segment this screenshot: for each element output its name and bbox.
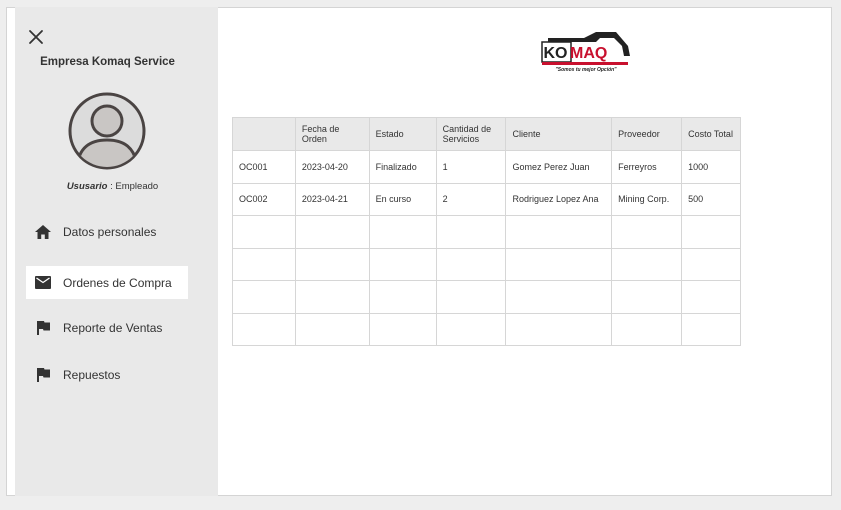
svg-text:MAQ: MAQ [570,45,607,62]
column-header: Costo Total [681,117,741,151]
table-cell [681,247,741,281]
svg-text:KO: KO [544,45,568,62]
sidebar-item-ordenes-de-compra[interactable]: Ordenes de Compra [26,266,188,299]
table-cell [294,312,370,346]
table-cell [611,247,683,281]
table-row [232,215,741,249]
column-header: Estado [368,117,437,151]
flag-icon [34,366,52,384]
column-header: Cliente [505,117,613,151]
table-cell [435,312,507,346]
close-icon[interactable] [27,28,45,46]
home-icon [34,223,52,241]
table-cell [294,280,370,314]
flag-icon [34,319,52,337]
table-cell [505,312,613,346]
table-row: OC001 2023-04-20 Finalizado 1 Gomez Pere… [232,150,741,184]
table-cell [294,215,370,249]
column-header: Fecha de Orden [294,117,370,151]
sidebar [15,7,218,496]
table-cell: Mining Corp. [611,182,683,216]
table-cell [611,280,683,314]
table-cell [611,215,683,249]
table-cell: En curso [368,182,437,216]
sidebar-item-reporte-de-ventas[interactable]: Reporte de Ventas [26,311,188,344]
table-row: OC002 2023-04-21 En curso 2 Rodriguez Lo… [232,182,741,216]
table-cell: Finalizado [368,150,437,184]
table-cell: OC002 [232,182,296,216]
table-cell [232,215,296,249]
table-cell: 1000 [681,150,741,184]
column-header: Cantidad de Servicios [435,117,507,151]
table-cell: Ferreyros [611,150,683,184]
logo-tagline: "Somos tu mejor Opción" [555,67,617,73]
table-cell: 2023-04-21 [294,182,370,216]
user-info: Ususario : Empleado [15,181,210,192]
table-cell: Gomez Perez Juan [505,150,613,184]
table-cell [435,215,507,249]
table-cell [435,247,507,281]
table-cell [681,312,741,346]
table-cell [505,215,613,249]
table-cell: 2 [435,182,507,216]
table-cell [505,247,613,281]
column-header: Proveedor [611,117,683,151]
komaq-logo: KO MAQ "Somos tu mejor Opción" [540,30,632,74]
table-cell: 2023-04-20 [294,150,370,184]
mail-icon [34,274,52,292]
user-role: Empleado [115,181,159,192]
table-cell: Rodriguez Lopez Ana [505,182,613,216]
sidebar-item-datos-personales[interactable]: Datos personales [26,215,188,248]
table-cell [294,247,370,281]
table-cell: 500 [681,182,741,216]
table-cell: 1 [435,150,507,184]
table-cell [232,247,296,281]
table-header-row: Fecha de Orden Estado Cantidad de Servic… [232,117,741,151]
table-cell [368,280,437,314]
sidebar-item-label: Reporte de Ventas [63,320,163,335]
table-cell [681,280,741,314]
column-header [232,117,296,151]
table-row [232,312,741,346]
company-name: Empresa Komaq Service [40,56,175,68]
orders-table: Fecha de Orden Estado Cantidad de Servic… [232,117,741,346]
table-cell [505,280,613,314]
table-cell [681,215,741,249]
user-label: Ususario [66,181,108,192]
sidebar-item-label: Ordenes de Compra [63,275,172,290]
table-cell [232,280,296,314]
table-row [232,247,741,281]
table-cell [368,312,437,346]
table-cell [435,280,507,314]
table-row [232,280,741,314]
avatar [67,91,147,171]
table-cell [368,247,437,281]
table-cell: OC001 [232,150,296,184]
table-cell [611,312,683,346]
table-cell [368,215,437,249]
sidebar-item-label: Datos personales [63,224,157,239]
table-cell [232,312,296,346]
sidebar-item-label: Repuestos [63,367,121,382]
sidebar-item-repuestos[interactable]: Repuestos [26,358,188,391]
